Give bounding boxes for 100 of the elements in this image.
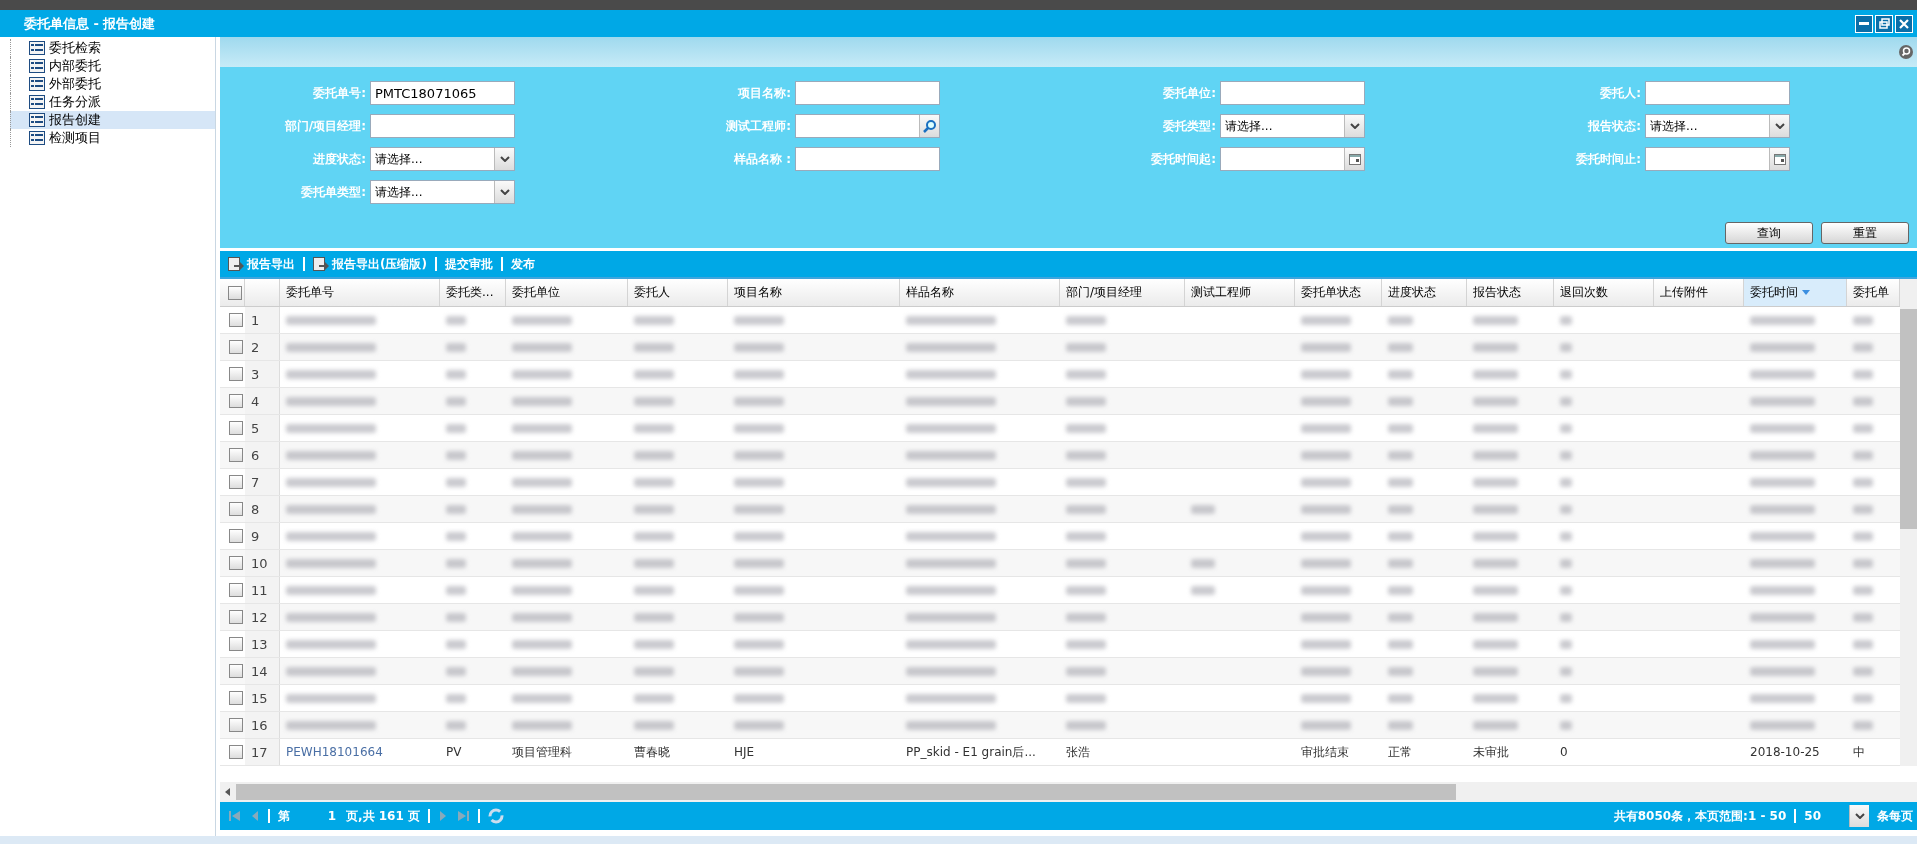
column-header[interactable]: 报告状态 bbox=[1467, 279, 1554, 306]
minimize-button[interactable] bbox=[1855, 14, 1873, 33]
select-field[interactable]: 请选择... bbox=[1220, 114, 1365, 138]
redacted-text bbox=[446, 720, 466, 730]
redacted-text bbox=[446, 369, 466, 379]
column-header[interactable]: 项目名称 bbox=[728, 279, 900, 306]
table-row[interactable]: 2 bbox=[220, 334, 1900, 361]
column-header[interactable]: 委托单位 bbox=[506, 279, 628, 306]
search-button[interactable] bbox=[919, 115, 939, 137]
column-header[interactable]: 委托单号 bbox=[280, 279, 440, 306]
column-header[interactable]: 委托时间 bbox=[1744, 279, 1847, 306]
table-row[interactable]: 1 bbox=[220, 307, 1900, 334]
redacted-text bbox=[634, 342, 674, 352]
checkbox[interactable] bbox=[228, 502, 243, 516]
scrollbar-thumb[interactable] bbox=[1900, 309, 1917, 529]
checkbox[interactable] bbox=[228, 394, 243, 408]
column-header[interactable]: 样品名称 bbox=[900, 279, 1060, 306]
column-header[interactable]: 部门/项目经理 bbox=[1060, 279, 1185, 306]
checkbox[interactable] bbox=[228, 583, 243, 597]
dropdown-button[interactable] bbox=[1344, 115, 1364, 137]
redacted-text bbox=[1750, 315, 1815, 325]
table-row[interactable]: 5 bbox=[220, 415, 1900, 442]
table-row[interactable]: 16 bbox=[220, 712, 1900, 739]
redacted-text bbox=[1560, 396, 1572, 406]
checkbox[interactable] bbox=[228, 367, 243, 381]
checkbox[interactable] bbox=[228, 745, 243, 759]
checkbox[interactable] bbox=[228, 340, 243, 354]
table-row[interactable]: 15 bbox=[220, 685, 1900, 712]
table-row[interactable]: 11 bbox=[220, 577, 1900, 604]
text-field[interactable] bbox=[795, 81, 940, 105]
dropdown-button[interactable] bbox=[494, 181, 514, 203]
column-header[interactable]: 测试工程师 bbox=[1185, 279, 1295, 306]
table-row[interactable]: 12 bbox=[220, 604, 1900, 631]
table-row[interactable]: 3 bbox=[220, 361, 1900, 388]
table-row[interactable]: 14 bbox=[220, 658, 1900, 685]
checkbox[interactable] bbox=[228, 610, 243, 624]
column-header[interactable]: 委托类... bbox=[440, 279, 506, 306]
reset-button[interactable]: 重置 bbox=[1821, 222, 1909, 244]
checkbox[interactable] bbox=[228, 664, 243, 678]
dropdown-button[interactable] bbox=[1769, 115, 1789, 137]
redacted-text bbox=[1560, 423, 1572, 433]
table-row[interactable]: 4 bbox=[220, 388, 1900, 415]
text-field[interactable] bbox=[795, 147, 940, 171]
table-cell: 0 bbox=[1560, 745, 1568, 759]
redacted-text bbox=[1560, 477, 1572, 487]
calendar-button[interactable] bbox=[1344, 148, 1364, 170]
refresh-icon[interactable] bbox=[487, 808, 504, 824]
select-field[interactable]: 请选择... bbox=[370, 180, 515, 204]
column-header[interactable]: 委托单状态 bbox=[1295, 279, 1382, 306]
restore-button[interactable] bbox=[1875, 14, 1893, 33]
tree-item[interactable]: 内部委托 bbox=[10, 57, 215, 75]
table-row[interactable]: 17 PEWH18101664 PV 项目管理科 曹春晓 HJE PP_skid - E1 grain后... 张浩 审批结束 正常 未审批 0 2018-10-25 中 bbox=[220, 739, 1900, 766]
horizontal-scrollbar[interactable] bbox=[220, 782, 1917, 802]
checkbox[interactable] bbox=[228, 285, 242, 300]
redacted-text bbox=[446, 612, 466, 622]
column-header[interactable]: 委托人 bbox=[628, 279, 728, 306]
table-cell: PV bbox=[446, 745, 462, 759]
text-field[interactable] bbox=[370, 114, 515, 138]
text-field[interactable] bbox=[1645, 81, 1790, 105]
export-icon bbox=[313, 256, 329, 272]
checkbox[interactable] bbox=[228, 637, 243, 651]
table-row[interactable]: 9 bbox=[220, 523, 1900, 550]
tree-item[interactable]: 外部委托 bbox=[10, 75, 215, 93]
checkbox[interactable] bbox=[228, 556, 243, 570]
dropdown-button[interactable] bbox=[494, 148, 514, 170]
checkbox[interactable] bbox=[228, 448, 243, 462]
checkbox[interactable] bbox=[228, 529, 243, 543]
order-link[interactable]: PEWH18101664 bbox=[286, 745, 383, 759]
tree-item[interactable]: 报告创建 bbox=[10, 111, 215, 129]
tree-item[interactable]: 委托检索 bbox=[10, 39, 215, 57]
checkbox[interactable] bbox=[228, 475, 243, 489]
checkbox[interactable] bbox=[228, 421, 243, 435]
text-field[interactable] bbox=[1220, 81, 1365, 105]
table-row[interactable]: 8 bbox=[220, 496, 1900, 523]
column-header[interactable]: 退回次数 bbox=[1554, 279, 1654, 306]
search-field[interactable] bbox=[795, 114, 940, 138]
checkbox[interactable] bbox=[228, 718, 243, 732]
redacted-text bbox=[1388, 504, 1413, 514]
text-field[interactable]: PMTC18071065 bbox=[370, 81, 515, 105]
checkbox[interactable] bbox=[228, 313, 243, 327]
query-button[interactable]: 查询 bbox=[1725, 222, 1813, 244]
table-row[interactable]: 13 bbox=[220, 631, 1900, 658]
column-header[interactable]: 进度状态 bbox=[1382, 279, 1467, 306]
date-field[interactable] bbox=[1645, 147, 1790, 171]
field-label: 报告状态: bbox=[1587, 117, 1642, 135]
redacted-text bbox=[1473, 585, 1518, 595]
date-field[interactable] bbox=[1220, 147, 1365, 171]
table-row[interactable]: 10 bbox=[220, 550, 1900, 577]
checkbox[interactable] bbox=[228, 691, 243, 705]
dropdown-button[interactable] bbox=[1849, 805, 1869, 827]
table-row[interactable]: 6 bbox=[220, 442, 1900, 469]
redacted-text bbox=[1388, 396, 1413, 406]
select-field[interactable]: 请选择... bbox=[370, 147, 515, 171]
calendar-button[interactable] bbox=[1769, 148, 1789, 170]
close-button[interactable] bbox=[1895, 14, 1913, 33]
select-field[interactable]: 请选择... bbox=[1645, 114, 1790, 138]
redacted-text bbox=[734, 693, 784, 703]
search-icon[interactable] bbox=[1899, 45, 1913, 59]
tree-item[interactable]: 检测项目 bbox=[10, 129, 215, 147]
table-row[interactable]: 7 bbox=[220, 469, 1900, 496]
